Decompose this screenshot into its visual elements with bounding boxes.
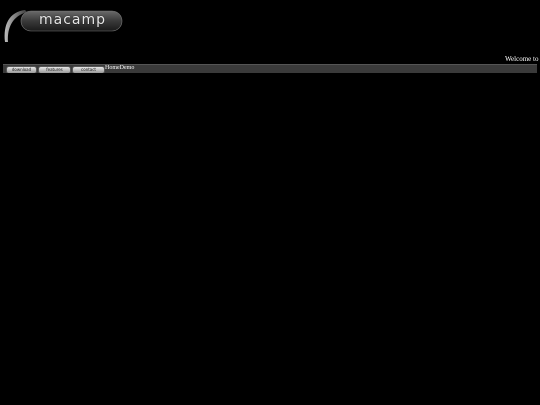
logo-text: macamp <box>39 12 107 28</box>
demo-link[interactable]: Demo <box>120 65 135 71</box>
site-logo[interactable]: macamp <box>3 9 123 43</box>
nav-links: HomeDemo <box>105 65 134 73</box>
main-content <box>0 73 540 405</box>
nav-bar: download features contact HomeDemo <box>3 64 537 74</box>
home-link[interactable]: Home <box>105 65 120 71</box>
